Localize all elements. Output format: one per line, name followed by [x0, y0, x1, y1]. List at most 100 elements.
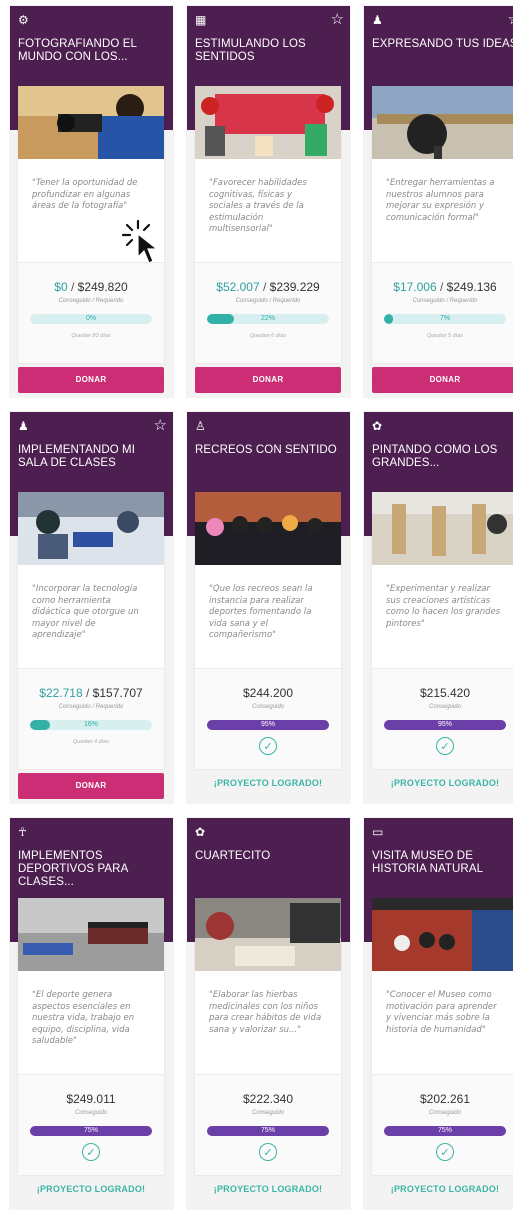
amount-text: $0 / $249.820	[54, 280, 128, 294]
project-photo[interactable]	[18, 898, 164, 971]
project-photo[interactable]	[372, 86, 513, 159]
click-cursor-icon	[121, 219, 159, 264]
progress-bar: 0%	[30, 314, 152, 324]
playground-icon: ♙	[195, 419, 206, 433]
check-circle-icon: ✓	[436, 1143, 454, 1161]
days-remaining: Quedan 6 días	[249, 333, 287, 339]
card-title[interactable]: EXPRESANDO TUS IDEAS	[372, 38, 513, 51]
project-grid: ⚙ FOTOGRAFIANDO EL MUNDO CON LOS... "Ten…	[0, 0, 513, 1210]
project-card[interactable]: ♙ RECREOS CON SENTIDO "Que los recreos s…	[186, 411, 351, 804]
card-title[interactable]: IMPLEMENTOS DEPORTIVOS PARA CLASES...	[18, 850, 166, 889]
project-photo[interactable]	[372, 492, 513, 565]
amount-text: $215.420	[372, 686, 513, 700]
amount-label: Conseguido / Requerido	[58, 298, 124, 304]
project-photo[interactable]	[18, 492, 164, 565]
project-quote: "Que los recreos sean la instancia para …	[209, 584, 313, 640]
project-quote: "Incorporar la tecnología como herramien…	[32, 584, 139, 640]
funding-section	[372, 263, 513, 363]
star-icon[interactable]: ☆	[154, 418, 167, 433]
funding-section	[18, 263, 164, 363]
project-achieved-label: ¡PROYECTO LOGRADO!	[390, 778, 500, 788]
card-panel: "Incorporar la tecnología como herramien…	[18, 492, 164, 769]
bus-icon: ▭	[372, 825, 384, 839]
project-card[interactable]: ▦ ☆ ESTIMULANDO LOS SENTIDOS "Favorecer …	[186, 5, 351, 398]
project-quote: "Tener la oportunidad de profundizar en …	[32, 178, 138, 211]
amount-label: Conseguido / Requerido	[58, 704, 124, 710]
check-circle-icon: ✓	[436, 737, 454, 755]
project-card[interactable]: ▭ VISITA MUSEO DE HISTORIA NATURAL "Cono…	[363, 817, 513, 1210]
progress-percent: 75%	[260, 1127, 275, 1134]
palette-icon: ✿	[372, 419, 383, 433]
donate-button[interactable]: DONAR	[372, 367, 513, 393]
funding-section	[18, 669, 164, 769]
project-photo[interactable]	[195, 492, 341, 565]
amount-label: Conseguido / Requerido	[412, 298, 478, 304]
project-card[interactable]: ✿ PINTANDO COMO LOS GRANDES... "Experime…	[363, 411, 513, 804]
card-title[interactable]: IMPLEMENTANDO MI SALA DE CLASES	[18, 444, 166, 470]
progress-bar: 16%	[30, 720, 152, 730]
progress-percent: 22%	[260, 315, 275, 322]
palette-icon: ✿	[195, 825, 206, 839]
amount-label: Conseguido	[251, 1110, 285, 1116]
project-card[interactable]: ⚙ FOTOGRAFIANDO EL MUNDO CON LOS... "Ten…	[9, 5, 174, 398]
card-title[interactable]: RECREOS CON SENTIDO	[195, 444, 343, 457]
progress-percent: 7%	[439, 315, 451, 322]
amount-raised: $52.007	[216, 280, 260, 294]
progress-bar: 22%	[207, 314, 329, 324]
progress-percent: 75%	[437, 1127, 452, 1134]
card-title[interactable]: FOTOGRAFIANDO EL MUNDO CON LOS...	[18, 38, 166, 64]
project-photo[interactable]	[372, 898, 513, 971]
project-quote: "Conocer el Museo como motivación para a…	[386, 990, 497, 1035]
card-title[interactable]: CUARTECITO	[195, 850, 343, 863]
days-remaining: Quedan 5 días	[426, 333, 464, 339]
project-quote: "Entregar herramientas a nuestros alumno…	[386, 178, 495, 223]
book-icon: ▦	[195, 13, 207, 27]
card-title[interactable]: PINTANDO COMO LOS GRANDES...	[372, 444, 513, 470]
person-icon: ♟	[18, 419, 29, 433]
amount-raised: $0	[54, 280, 68, 294]
amount-required: $239.229	[269, 280, 320, 294]
card-panel: "Elaborar las hierbas medicinales con lo…	[195, 898, 341, 1175]
progress-percent: 95%	[437, 721, 452, 728]
star-icon[interactable]: ☆	[508, 12, 513, 27]
star-icon[interactable]: ☆	[331, 12, 344, 27]
project-photo[interactable]	[195, 86, 341, 159]
amount-label: Conseguido	[428, 704, 462, 710]
donate-button[interactable]: DONAR	[18, 773, 164, 799]
amount-raised: $244.200	[242, 686, 294, 700]
donate-button[interactable]: DONAR	[18, 367, 164, 393]
project-photo[interactable]	[195, 898, 341, 971]
progress-bar: 7%	[384, 314, 506, 324]
amount-label: Conseguido	[428, 1110, 462, 1116]
card-title[interactable]: VISITA MUSEO DE HISTORIA NATURAL	[372, 850, 513, 876]
amount-label: Conseguido	[251, 704, 285, 710]
project-card[interactable]: ✿ CUARTECITO "Elaborar las hierbas medic…	[186, 817, 351, 1210]
project-card[interactable]: ♟ ☆ EXPRESANDO TUS IDEAS "Entregar herra…	[363, 5, 513, 398]
project-quote: "Favorecer habilidades cognitivas, físic…	[209, 178, 307, 234]
amount-raised: $22.718	[39, 686, 83, 700]
project-card[interactable]: ☥ IMPLEMENTOS DEPORTIVOS PARA CLASES... …	[9, 817, 174, 1210]
project-card[interactable]: ♟ ☆ IMPLEMENTANDO MI SALA DE CLASES "Inc…	[9, 411, 174, 804]
card-title[interactable]: ESTIMULANDO LOS SENTIDOS	[195, 38, 343, 64]
card-panel: "Favorecer habilidades cognitivas, físic…	[195, 86, 341, 363]
progress-percent: 75%	[83, 1127, 98, 1134]
project-photo[interactable]	[18, 86, 164, 159]
amount-label: Conseguido / Requerido	[235, 298, 301, 304]
progress-percent: 16%	[83, 721, 98, 728]
days-remaining: Quedan 4 días	[72, 739, 110, 745]
card-panel: "El deporte genera aspectos esenciales e…	[18, 898, 164, 1175]
card-panel: "Experimentar y realizar sus creaciones …	[372, 492, 513, 769]
amount-raised: $215.420	[419, 686, 471, 700]
progress-bar: 75%	[384, 1126, 506, 1136]
check-circle-icon: ✓	[259, 737, 277, 755]
card-panel: "Que los recreos sean la instancia para …	[195, 492, 341, 769]
project-achieved-label: ¡PROYECTO LOGRADO!	[213, 778, 323, 788]
amount-raised: $202.261	[419, 1092, 471, 1106]
amount-required: $249.136	[446, 280, 497, 294]
amount-label: Conseguido	[74, 1110, 108, 1116]
donate-button[interactable]: DONAR	[195, 367, 341, 393]
amount-text: $249.011	[18, 1092, 164, 1106]
project-achieved-label: ¡PROYECTO LOGRADO!	[213, 1184, 323, 1194]
amount-text: $244.200	[195, 686, 341, 700]
progress-percent: 0%	[85, 315, 97, 322]
